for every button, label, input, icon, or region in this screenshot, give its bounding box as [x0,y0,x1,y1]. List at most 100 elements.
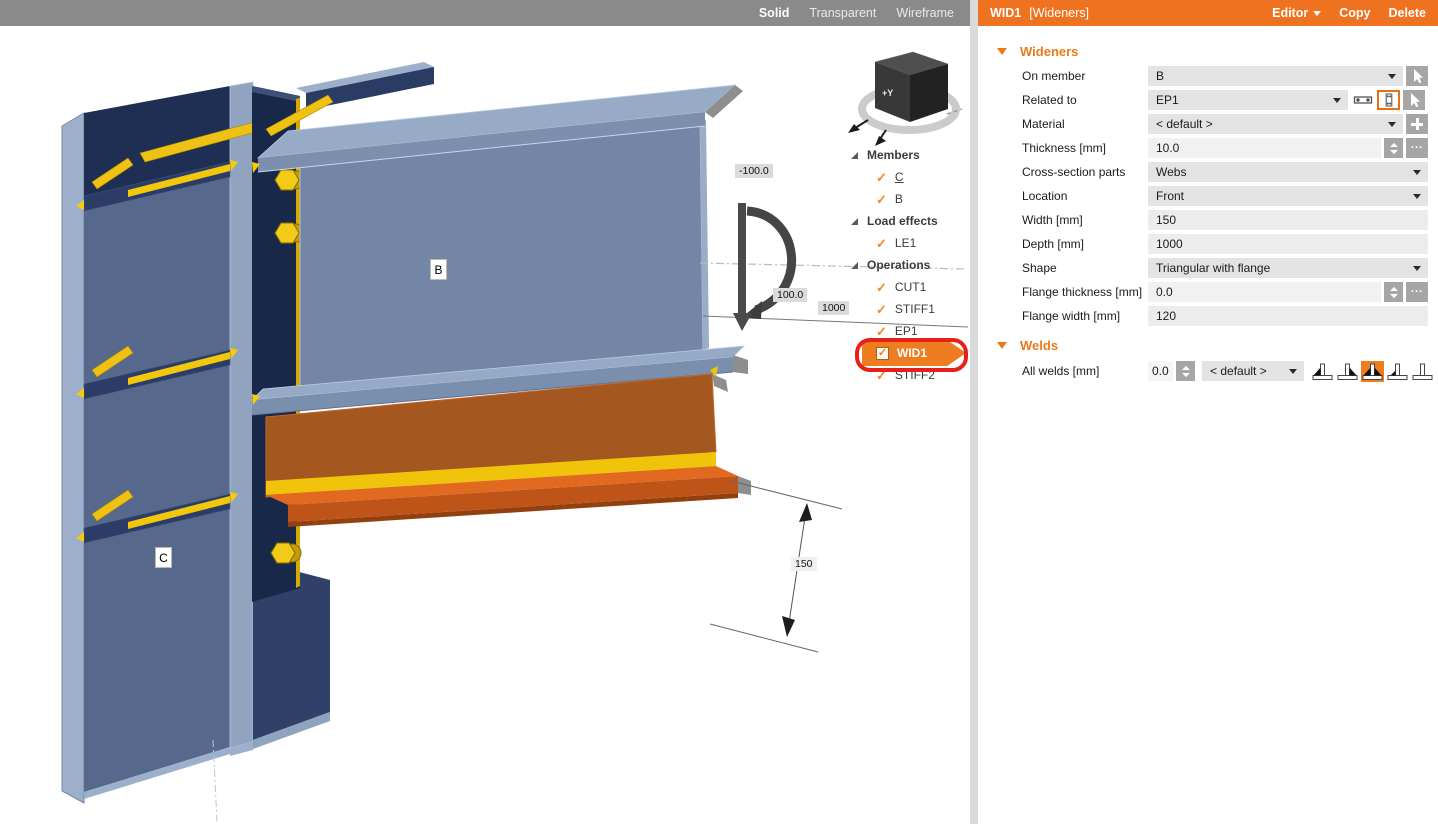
ellipsis-icon: ... [1411,145,1423,151]
row-related-to: Related to EP1 [978,88,1438,112]
check-icon[interactable]: ✓ [876,237,887,250]
location-dropdown[interactable]: Front [1148,186,1428,206]
tree-item-le1[interactable]: ✓ LE1 [845,232,975,254]
cursor-icon [1403,90,1425,110]
idea-statica-window: B C -100.0 100.0 1000 150 +Y Members ✓ C… [0,0,1438,824]
view-cube-axis-label: +Y [882,88,893,98]
check-icon[interactable]: ✓ [876,303,887,316]
weld-butt-icon [1411,361,1434,382]
pick-member-button[interactable] [1406,66,1428,86]
weld-fillet-left-button[interactable] [1311,361,1334,382]
weld-type-buttons [1311,361,1434,382]
thickness-stepper[interactable] [1384,138,1403,158]
check-icon[interactable]: ✓ [876,193,887,206]
on-member-dropdown[interactable]: B [1148,66,1403,86]
spin-up-icon [1390,287,1398,291]
related-to-dropdown[interactable]: EP1 [1148,90,1348,110]
tree-item-ep1[interactable]: ✓ EP1 [845,320,975,342]
beam-member-b[interactable] [252,85,748,415]
tree-item-b[interactable]: ✓ B [845,188,975,210]
view-cube[interactable] [848,52,962,146]
editor-button[interactable]: Editor [1272,6,1321,20]
weld-partial-icon [1386,361,1409,382]
welds-section-header[interactable]: Welds [978,332,1438,358]
row-all-welds: All welds [mm] 0.0 < default > [978,358,1438,384]
spin-down-icon [1390,150,1398,154]
section-collapse-icon[interactable] [997,48,1007,55]
dropdown-arrow-icon [1289,369,1297,374]
flange-width-input[interactable]: 120 [1148,306,1428,326]
tree-item-stiff1[interactable]: ✓ STIFF1 [845,298,975,320]
operation-title-bar: WID1 [Wideners] Editor Copy Delete [978,0,1438,26]
weld-type-dropdown[interactable]: < default > [1202,361,1304,381]
tree-section-members[interactable]: Members [845,144,975,166]
copy-button[interactable]: Copy [1339,6,1370,20]
row-thickness: Thickness [mm] 10.0 ... [978,136,1438,160]
view-mode-solid[interactable]: Solid [759,6,790,20]
tree-section-operations[interactable]: Operations [845,254,975,276]
wideners-section-header[interactable]: Wideners [978,38,1438,64]
delete-button[interactable]: Delete [1388,6,1426,20]
3d-viewport-scene[interactable] [0,0,970,824]
weld-fillet-both-button-selected[interactable] [1361,361,1384,382]
cross-section-parts-dropdown[interactable]: Webs [1148,162,1428,182]
load-arrows [733,203,792,331]
dropdown-arrow-icon [1388,74,1396,79]
spin-down-icon [1390,294,1398,298]
thickness-more-button[interactable]: ... [1406,138,1428,158]
weld-butt-button[interactable] [1411,361,1434,382]
shape-dropdown[interactable]: Triangular with flange [1148,258,1428,278]
row-width: Width [mm] 150 [978,208,1438,232]
view-mode-transparent[interactable]: Transparent [809,6,876,20]
plate-vertical-toggle-selected[interactable] [1377,90,1400,110]
row-shape: Shape Triangular with flange [978,256,1438,280]
check-icon[interactable]: ✓ [876,369,887,382]
bolt-lower[interactable] [271,543,301,563]
flange-thickness-input[interactable]: 0.0 [1148,282,1381,302]
tree-item-c[interactable]: ✓ C [845,166,975,188]
plate-horizontal-toggle[interactable] [1351,90,1374,110]
check-icon[interactable]: ✓ [876,171,887,184]
plate-horizontal-icon [1352,90,1374,110]
view-mode-toolbar: Solid Transparent Wireframe [0,0,970,26]
expander-icon[interactable] [851,262,858,269]
dropdown-arrow-icon [1388,122,1396,127]
operation-name: WID1 [990,6,1021,20]
all-welds-stepper[interactable] [1176,361,1195,381]
expander-icon[interactable] [851,218,858,225]
panel-splitter[interactable] [970,0,978,824]
properties-panel: Wideners On member B Related to EP1 [978,26,1438,824]
operation-context: [Wideners] [1029,6,1089,20]
check-icon[interactable]: ✓ [876,325,887,338]
weld-fillet-right-button[interactable] [1336,361,1359,382]
spin-up-icon [1390,143,1398,147]
dropdown-arrow-icon [1413,266,1421,271]
expander-icon[interactable] [851,152,858,159]
spin-down-icon [1182,373,1190,377]
dimension-150-label: 150 [791,557,817,571]
plus-icon [1411,118,1423,130]
thickness-input[interactable]: 10.0 [1148,138,1381,158]
material-dropdown[interactable]: < default > [1148,114,1403,134]
view-mode-wireframe[interactable]: Wireframe [896,6,954,20]
depth-input[interactable]: 1000 [1148,234,1428,254]
all-welds-value-input[interactable]: 0.0 [1148,361,1173,381]
tree-section-load-effects[interactable]: Load effects [845,210,975,232]
checkbox-checked-icon[interactable]: ✓ [876,347,889,360]
section-collapse-icon[interactable] [997,342,1007,349]
weld-partial-button[interactable] [1386,361,1409,382]
width-input[interactable]: 150 [1148,210,1428,230]
weld-fillet-both-icon [1361,361,1384,382]
pick-related-button[interactable] [1403,90,1425,110]
row-material: Material < default > [978,112,1438,136]
tree-item-stiff2[interactable]: ✓ STIFF2 [845,364,975,386]
flange-thickness-stepper[interactable] [1384,282,1403,302]
flange-thickness-more-button[interactable]: ... [1406,282,1428,302]
tree-item-wid1-selected[interactable]: ✓ WID1 [862,340,966,366]
tree-item-cut1[interactable]: ✓ CUT1 [845,276,975,298]
caret-down-icon [1313,11,1321,16]
row-depth: Depth [mm] 1000 [978,232,1438,256]
ellipsis-icon: ... [1411,289,1423,295]
add-material-button[interactable] [1406,114,1428,134]
check-icon[interactable]: ✓ [876,281,887,294]
